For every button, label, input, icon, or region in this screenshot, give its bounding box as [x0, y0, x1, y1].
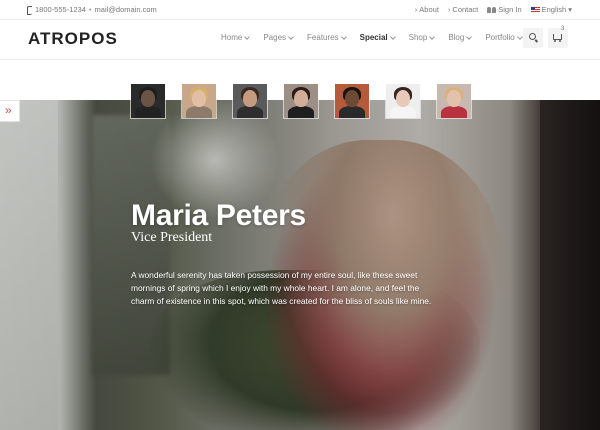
nav-label: Blog [448, 33, 465, 42]
language-selector[interactable]: English ▾ [530, 5, 572, 14]
nav-label: Portfolio [485, 33, 515, 42]
team-member-thumbnail[interactable] [182, 84, 216, 118]
chevron-down-icon [389, 33, 396, 40]
chevron-right-icon: › [447, 5, 451, 14]
thumbnail-head [294, 90, 308, 107]
nav-label: Features [307, 33, 339, 42]
separator: • [88, 5, 92, 14]
nav-label: Home [221, 33, 243, 42]
search-icon [529, 33, 536, 40]
caret-down-icon: ▾ [568, 5, 572, 14]
language-label: English [541, 5, 567, 14]
thumbnail-body [237, 106, 263, 118]
nav-item-special[interactable]: Special [359, 33, 396, 42]
thumbnail-body [339, 106, 365, 118]
nav-item-pages[interactable]: Pages [263, 33, 294, 42]
chevron-down-icon [429, 33, 436, 40]
team-member-thumbnail[interactable] [284, 84, 318, 118]
top-links: › About › Contact Sign In English ▾ [415, 5, 572, 14]
contact-link[interactable]: › Contact [448, 5, 478, 14]
member-name: Maria Peters [131, 199, 306, 232]
team-member-thumbnail[interactable] [437, 84, 471, 118]
team-member-thumbnail[interactable] [233, 84, 267, 118]
phone-icon [26, 6, 32, 15]
nav-item-shop[interactable]: Shop [408, 33, 436, 42]
team-thumbnails [131, 84, 471, 118]
thumbnail-head [192, 90, 206, 107]
thumbnail-head [396, 90, 410, 107]
cart-count-badge: 3 [561, 26, 565, 32]
hero-overlay [0, 100, 600, 430]
signin-link[interactable]: Sign In [487, 5, 522, 14]
member-bio: A wonderful serenity has taken possessio… [131, 270, 432, 307]
cart-icon [553, 34, 562, 42]
side-panel-toggle[interactable] [0, 100, 20, 122]
phone-number[interactable]: 1800-555-1234 [35, 5, 86, 14]
nav-item-blog[interactable]: Blog [448, 33, 473, 42]
nav-label: Pages [263, 33, 287, 42]
chevron-down-icon [466, 33, 473, 40]
team-member-thumbnail[interactable] [131, 84, 165, 118]
search-button[interactable] [523, 28, 543, 48]
member-role: Vice President [131, 230, 213, 245]
about-link[interactable]: › About [415, 5, 439, 14]
nav-label: Special [359, 33, 388, 42]
thumbnail-head [141, 90, 155, 107]
site-logo[interactable]: ATROPOS [28, 29, 118, 49]
chevron-right-icon: › [414, 5, 418, 14]
chevron-down-icon [516, 33, 523, 40]
nav-item-features[interactable]: Features [307, 33, 347, 42]
thumbnail-head [447, 90, 461, 107]
team-member-thumbnail[interactable] [335, 84, 369, 118]
us-flag-icon [530, 6, 540, 13]
chevron-down-icon [340, 33, 347, 40]
thumbnail-body [390, 106, 416, 118]
main-nav: Home Pages Features Special Shop Blog Po… [221, 33, 536, 42]
team-member-thumbnail[interactable] [386, 84, 420, 118]
signin-label: Sign In [498, 5, 522, 14]
users-icon [487, 6, 497, 13]
thumbnail-body [441, 106, 467, 118]
thumbnail-body [288, 106, 314, 118]
nav-item-home[interactable]: Home [221, 33, 251, 42]
thumbnail-body [135, 106, 161, 118]
thumbnail-head [345, 90, 359, 107]
chevron-down-icon [244, 33, 251, 40]
thumbnail-body [186, 106, 212, 118]
contact-label: Contact [452, 5, 479, 14]
nav-item-portfolio[interactable]: Portfolio [485, 33, 523, 42]
chevron-down-icon [288, 33, 294, 40]
main-header: ATROPOS Home Pages Features Special Shop… [0, 20, 600, 60]
team-member-hero [0, 100, 600, 430]
thumbnail-head [243, 90, 257, 107]
top-bar: 1800-555-1234 • mail@domain.com › About … [0, 0, 600, 20]
email-link[interactable]: mail@domain.com [95, 5, 157, 14]
cart-button[interactable] [548, 28, 568, 48]
contact-info: 1800-555-1234 • mail@domain.com [26, 5, 157, 15]
nav-label: Shop [408, 33, 428, 42]
about-label: About [419, 5, 439, 14]
